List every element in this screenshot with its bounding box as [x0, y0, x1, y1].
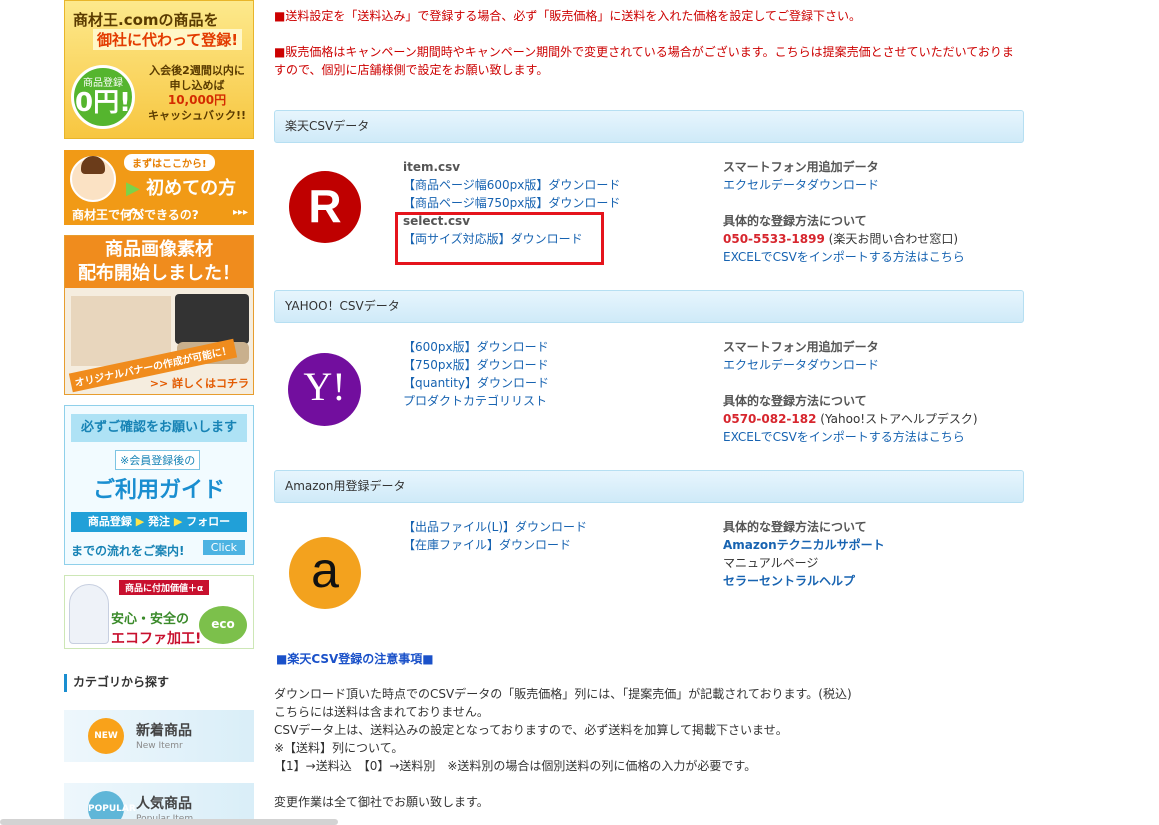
- usage-guide-banner[interactable]: 必ずご確認をお願いします ※会員登録後の ご利用ガイド 商品登録 ▶ 発注 ▶ …: [64, 405, 254, 565]
- beginner-mark-icon: ▶: [126, 178, 140, 199]
- banner-line: キャッシュバック!!: [147, 109, 247, 122]
- banner-tag: ※会員登録後の: [115, 450, 201, 470]
- click-button: Click: [202, 540, 245, 555]
- phone-number: 050-5533-1899: [723, 232, 825, 246]
- rakuten-section-header: 楽天CSVデータ: [274, 110, 1024, 143]
- excel-import-howto-link[interactable]: EXCELでCSVをインポートする方法はこちら: [723, 248, 965, 266]
- notice-price-cont: すので、個別に店舗様側で設定をお願い致します。: [274, 63, 549, 77]
- banner-subtext: までの流れをご案内!: [71, 544, 185, 558]
- banner-heading: 必ずご確認をお願いします: [71, 414, 247, 442]
- step: 商品登録: [87, 515, 132, 528]
- manual-page-label: マニュアルページ: [723, 556, 819, 570]
- details-link: >> 詳しくはコチラ: [149, 377, 249, 390]
- download-750px-link[interactable]: 【750px版】ダウンロード: [403, 356, 549, 374]
- logo-letter: Y!: [303, 364, 346, 409]
- method-label: 具体的な登録方法について: [723, 214, 867, 228]
- guide-steps: 商品登録 ▶ 発注 ▶ フォロー: [71, 512, 247, 532]
- guide-title: ご利用ガイド: [92, 478, 225, 503]
- badge-caption: 商品登録: [83, 78, 123, 89]
- logo-letter: a: [311, 542, 339, 598]
- yahoo-logo-icon: Y!: [288, 353, 361, 426]
- banner-line: 配布開始しました！: [78, 263, 240, 284]
- smartphone-data-label: スマートフォン用追加データ: [723, 160, 879, 174]
- person-illustration: [70, 156, 116, 202]
- step: フォロー: [186, 515, 231, 528]
- phone-note: (Yahoo!ストアヘルプデスク): [820, 412, 978, 426]
- excel-download-link[interactable]: エクセルデータダウンロード: [723, 176, 879, 194]
- banner-line: 商材王.comの商品を: [73, 11, 219, 29]
- amazon-section-header: Amazon用登録データ: [274, 470, 1024, 503]
- excel-download-link[interactable]: エクセルデータダウンロード: [723, 356, 879, 374]
- caution-line: ※【送料】列について。: [274, 741, 404, 755]
- smartphone-data-label: スマートフォン用追加データ: [723, 340, 879, 354]
- banner-line: 商品画像素材: [105, 239, 213, 260]
- listing-file-download-link[interactable]: 【出品ファイル(L)】ダウンロード: [403, 518, 587, 536]
- banner-heading: エコファ加工!: [111, 631, 202, 647]
- arrow-icon: ▶: [135, 515, 148, 528]
- banner-line: 御社に代わって登録!: [93, 29, 243, 50]
- cashback-text: 入会後2週間以内に 申し込めば 10,000円 キャッシュバック!!: [141, 63, 253, 123]
- download-quantity-link[interactable]: 【quantity】ダウンロード: [403, 374, 549, 392]
- scientist-illustration: [69, 584, 109, 644]
- banner-subtext: 商材王で何ができるの?: [72, 208, 199, 222]
- caution-title: ■楽天CSV登録の注意事項■: [276, 652, 434, 666]
- cashback-amount: 10,000円: [167, 93, 227, 107]
- caution-line: こちらには送料は含まれておりません。: [274, 705, 489, 719]
- chairs-photo: [175, 294, 249, 344]
- banner-tag: まずはここから!: [124, 154, 215, 171]
- category-new-items[interactable]: NEW 新着商品 New Itemr: [64, 710, 254, 762]
- banner-tag: 商品に付加価値＋α: [119, 580, 210, 595]
- logo-letter: R: [308, 180, 342, 232]
- method-label: 具体的な登録方法について: [723, 520, 867, 534]
- free-badge: 商品登録 0円!: [71, 65, 135, 129]
- category-label: 新着商品: [136, 723, 192, 739]
- download-600px-link[interactable]: 【600px版】ダウンロード: [403, 338, 549, 356]
- category-sublabel: New Itemr: [136, 741, 183, 751]
- image-material-banner[interactable]: 商品画像素材 配布開始しました！ オリジナルバナーの作成が可能に！ >> 詳しく…: [64, 235, 254, 395]
- eco-processing-banner[interactable]: 商品に付加価値＋α 安心・安全の エコファ加工! eco: [64, 575, 254, 649]
- method-label: 具体的な登録方法について: [723, 394, 867, 408]
- phone-note: (楽天お問い合わせ窓口): [828, 232, 959, 246]
- cashback-banner[interactable]: 商材王.comの商品を 御社に代わって登録! 商品登録 0円! 入会後2週間以内…: [64, 0, 254, 139]
- eco-logo-icon: eco: [199, 606, 247, 644]
- contact-line: 0570-082-182 (Yahoo!ストアヘルプデスク): [723, 410, 978, 428]
- excel-import-howto-link[interactable]: EXCELでCSVをインポートする方法はこちら: [723, 428, 965, 446]
- banner-heading: 商品画像素材 配布開始しました！: [65, 236, 253, 288]
- yahoo-section-header: YAHOO！CSVデータ: [274, 290, 1024, 323]
- caution-line: 変更作業は全て御社でお願い致します。: [274, 795, 489, 809]
- inventory-file-download-link[interactable]: 【在庫ファイル】ダウンロード: [403, 536, 571, 554]
- horizontal-scrollbar[interactable]: [0, 819, 338, 825]
- arrow-icon: ▶: [173, 515, 187, 528]
- caution-line: 【1】→送料込 【0】→送料別 ※送料別の場合は個別送料の列に価格の入力が必要で…: [274, 759, 757, 773]
- rakuten-logo-icon: R: [289, 171, 361, 243]
- beginners-banner[interactable]: まずはここから! ▶ 初めての方へ 商材王で何ができるの? ▸▸▸: [64, 150, 254, 225]
- contact-line: 050-5533-1899 (楽天お問い合わせ窓口): [723, 230, 958, 248]
- new-badge-icon: NEW: [88, 718, 124, 754]
- notice-shipping: ■送料設定を「送料込み」で登録する場合、必ず「販売価格」に送料を入れた価格を設定…: [274, 9, 861, 23]
- banner-line: 申し込めば: [169, 79, 225, 92]
- category-heading: カテゴリから探す: [64, 674, 254, 692]
- amazon-logo-icon: a: [289, 537, 361, 609]
- product-category-list-link[interactable]: プロダクトカテゴリリスト: [403, 392, 547, 410]
- highlight-box: [395, 212, 604, 265]
- badge-value: 0円!: [75, 88, 131, 118]
- item-csv-label: item.csv: [403, 160, 461, 174]
- seller-central-help-link[interactable]: セラーセントラルヘルプ: [723, 572, 855, 590]
- banner-line: 安心・安全の: [111, 612, 190, 627]
- caution-line: ダウンロード頂いた時点でのCSVデータの「販売価格」列には、「提案売価」が記載さ…: [274, 687, 852, 701]
- banner-line: 入会後2週間以内に: [149, 64, 245, 77]
- download-600px-link[interactable]: 【商品ページ幅600px版】ダウンロード: [403, 176, 620, 194]
- notice-price: ■販売価格はキャンペーン期間時やキャンペーン期間外で変更されている場合がございま…: [274, 45, 1014, 59]
- download-750px-link[interactable]: 【商品ページ幅750px版】ダウンロード: [403, 194, 620, 212]
- arrows-icon: ▸▸▸: [232, 207, 248, 218]
- category-label: 人気商品: [136, 796, 192, 812]
- caution-line: CSVデータ上は、送料込みの設定となっておりますので、必ず送料を加算して掲載下さ…: [274, 723, 788, 737]
- step: 発注: [148, 515, 170, 528]
- phone-number: 0570-082-182: [723, 412, 817, 426]
- amazon-tech-support-link[interactable]: Amazonテクニカルサポート: [723, 536, 885, 554]
